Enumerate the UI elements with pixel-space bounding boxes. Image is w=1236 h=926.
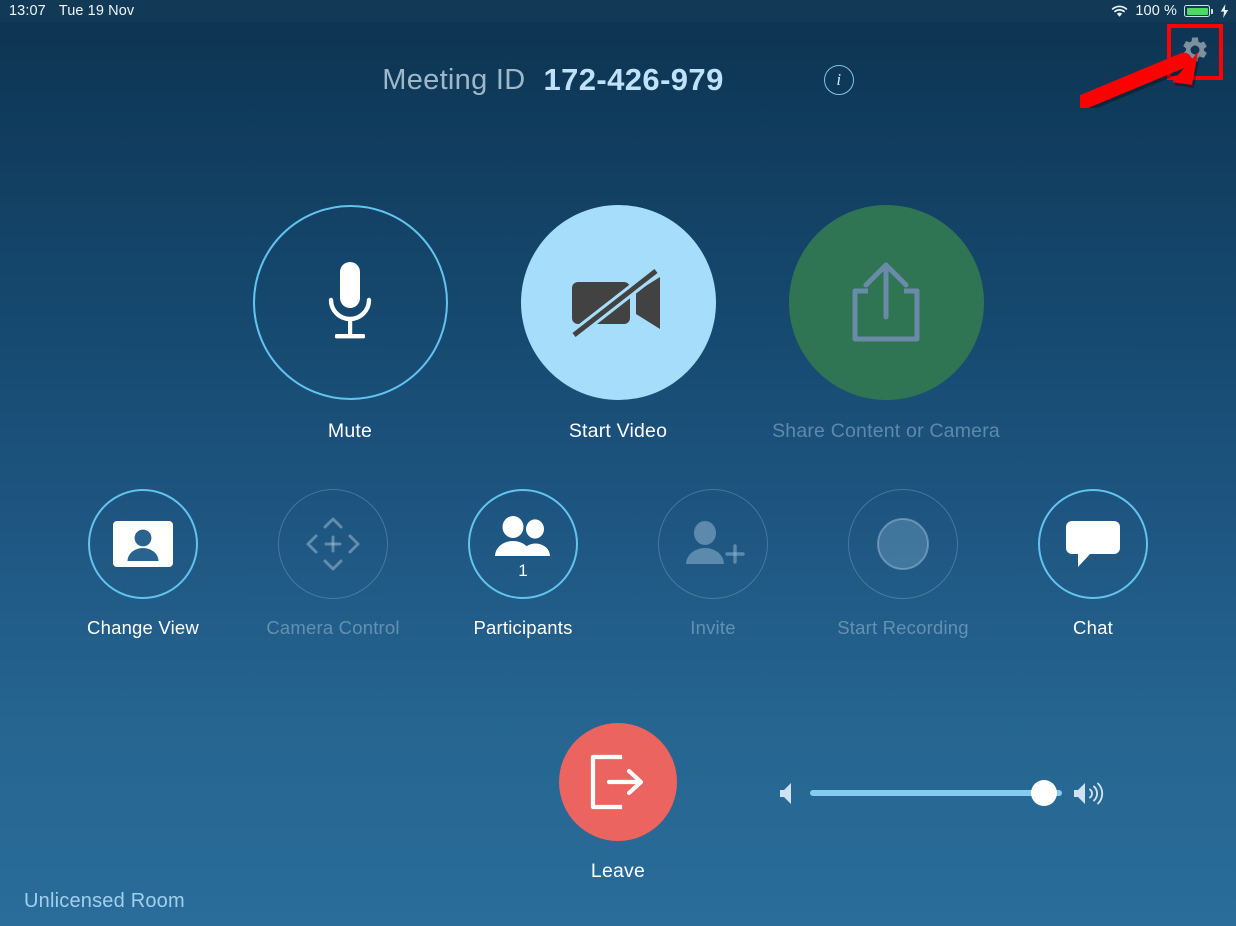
video-off-icon (568, 265, 668, 341)
battery-percent-label: 100 % (1135, 2, 1177, 19)
start-recording-button-circle (848, 489, 958, 599)
chat-button[interactable]: Chat (1025, 489, 1161, 639)
status-time: 13:07 (9, 2, 46, 19)
lightning-bolt-icon (1220, 4, 1229, 18)
mute-button[interactable]: Mute (252, 205, 448, 443)
change-view-button-label: Change View (87, 617, 199, 638)
leave-button-label: Leave (590, 860, 646, 882)
meeting-id-label: Meeting ID (382, 63, 526, 96)
volume-slider-knob[interactable] (1031, 780, 1058, 806)
status-bar-left: 13:07 Tue 19 Nov (0, 4, 134, 19)
camera-dpad-icon (300, 511, 366, 577)
participants-button-label: Participants (473, 617, 573, 638)
record-circle-icon (876, 517, 930, 571)
leave-button[interactable]: Leave (520, 723, 716, 883)
invite-button: Invite (645, 489, 781, 639)
share-upload-icon (843, 261, 929, 345)
person-add-icon (680, 520, 746, 568)
volume-slider[interactable] (778, 779, 1106, 807)
primary-controls-row: Mute Start Video Share Content or Camera (0, 205, 1236, 443)
settings-gear-button[interactable] (1169, 24, 1221, 76)
speaker-high-icon (1072, 779, 1106, 807)
microphone-icon (318, 260, 382, 346)
meeting-header: Meeting ID 172-426-979 i (0, 62, 1236, 98)
participants-button-circle: 1 (468, 489, 578, 599)
change-view-button[interactable]: Change View (75, 489, 211, 639)
bottom-controls: Leave (0, 723, 1236, 898)
chat-button-circle (1038, 489, 1148, 599)
leave-button-circle (559, 723, 677, 841)
start-recording-button: Start Recording (835, 489, 971, 639)
share-content-button-label: Share Content or Camera (772, 420, 1000, 442)
status-bar: 13:07 Tue 19 Nov 100 % (0, 0, 1236, 22)
chat-button-label: Chat (1073, 617, 1113, 638)
battery-icon (1184, 5, 1213, 17)
meeting-id-value: 172-426-979 (543, 62, 724, 97)
camera-control-button: Camera Control (265, 489, 401, 639)
info-icon[interactable]: i (823, 65, 854, 95)
volume-slider-track[interactable] (810, 780, 1062, 806)
speaker-low-icon (778, 780, 800, 806)
room-status-label: Unlicensed Room (24, 890, 185, 912)
meeting-room-screen: 13:07 Tue 19 Nov 100 % Meeting ID 172-42… (0, 0, 1236, 926)
people-icon (492, 516, 554, 558)
mute-button-label: Mute (327, 420, 373, 442)
invite-button-circle (658, 489, 768, 599)
participants-button[interactable]: 1 Participants (455, 489, 591, 639)
mute-button-circle (252, 205, 448, 400)
exit-door-icon (587, 753, 649, 811)
wifi-icon (1111, 5, 1128, 18)
participants-count-badge: 1 (518, 561, 528, 580)
change-view-button-circle (88, 489, 198, 599)
share-content-button[interactable]: Share Content or Camera (772, 205, 1000, 443)
invite-button-label: Invite (690, 617, 736, 638)
start-recording-button-label: Start Recording (837, 617, 969, 638)
status-bar-right: 100 % (1111, 4, 1236, 19)
start-video-button-label: Start Video (568, 420, 668, 442)
person-card-icon (112, 520, 174, 568)
start-video-button[interactable]: Start Video (520, 205, 716, 443)
share-content-button-circle (788, 205, 984, 400)
chat-bubble-icon (1064, 519, 1122, 569)
gear-icon (1180, 35, 1210, 65)
camera-control-button-label: Camera Control (266, 617, 400, 638)
start-video-button-circle (520, 205, 716, 400)
camera-control-button-circle (278, 489, 388, 599)
secondary-controls-row: Change View Camera Control 1 Participant… (0, 489, 1236, 639)
status-date: Tue 19 Nov (58, 2, 135, 19)
